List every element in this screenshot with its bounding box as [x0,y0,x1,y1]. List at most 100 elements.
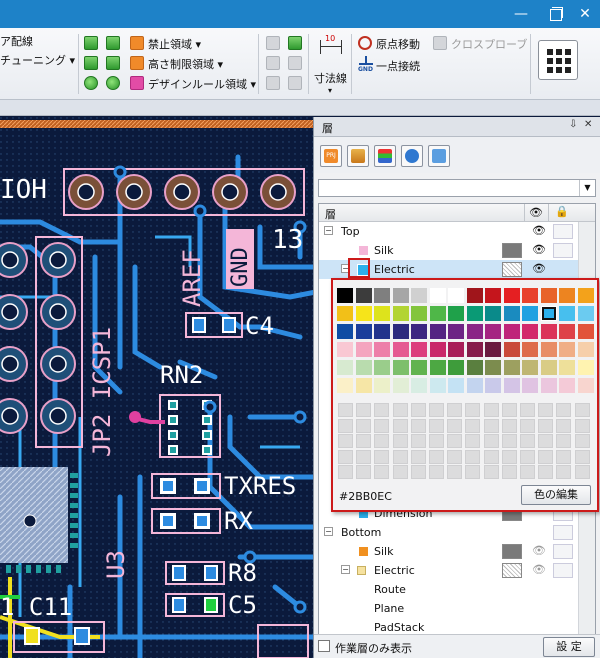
palette-swatch[interactable] [355,342,372,357]
palette-swatch[interactable] [392,288,409,303]
palette-swatch[interactable] [559,360,575,375]
palette-swatch[interactable] [485,288,501,303]
palette-swatch[interactable] [466,360,483,375]
palette-swatch[interactable] [429,324,446,339]
custom-color-slot[interactable] [392,403,408,417]
layer-color-cell[interactable] [502,563,522,578]
palette-swatch[interactable] [559,324,575,339]
layer-filter-select[interactable]: ▼ [318,179,596,197]
close-button[interactable]: ✕ [570,0,600,28]
pcb-canvas[interactable]: IOH 13 AREF GND JP2 ICSP1 C4 RN2 TXRES R… [0,117,316,658]
custom-color-slot[interactable] [410,449,426,464]
custom-color-slot[interactable] [392,434,408,448]
palette-swatch[interactable] [448,360,464,375]
custom-color-slot[interactable] [429,465,444,479]
palette-swatch[interactable] [466,324,483,339]
single-point-connect-button[interactable]: 一点接続 [376,58,420,74]
collapse-toggle[interactable]: − [324,226,333,235]
palette-swatch[interactable] [374,342,390,357]
fill-shape-icon[interactable] [84,36,98,50]
palette-swatch[interactable] [522,324,538,339]
collapse-toggle[interactable]: − [324,527,333,536]
custom-color-slot[interactable] [483,434,499,448]
shape-green-icon[interactable] [288,36,302,50]
lock-toggle[interactable] [553,563,573,578]
custom-color-slot[interactable] [356,403,372,417]
palette-swatch[interactable] [540,288,557,303]
custom-color-slot[interactable] [447,403,463,417]
height-limit-menu[interactable]: 高さ制限領域 ▾ [148,56,223,72]
custom-color-slot[interactable] [374,418,390,433]
layer-stack-button[interactable] [374,145,396,167]
custom-color-slot[interactable] [356,418,372,433]
custom-color-slot[interactable] [447,418,463,433]
layer-row-route[interactable]: Route [319,580,579,599]
custom-color-slot[interactable] [392,418,408,433]
settings-button[interactable]: 設 定 [543,637,595,657]
palette-swatch[interactable] [392,378,409,393]
palette-swatch[interactable] [374,324,390,339]
palette-swatch[interactable] [559,306,575,321]
work-layer-only-checkbox[interactable] [318,640,330,652]
palette-swatch[interactable] [429,306,446,321]
custom-color-slot[interactable] [501,434,517,448]
layer-color-cell[interactable] [502,544,522,559]
custom-color-slot[interactable] [538,403,554,417]
custom-color-slot[interactable] [574,434,590,448]
maximize-button[interactable] [538,0,572,28]
layer-color-cell[interactable] [502,262,522,277]
palette-swatch[interactable] [503,288,520,303]
palette-swatch[interactable] [466,342,483,357]
palette-swatch[interactable] [577,342,594,357]
palette-swatch[interactable] [485,324,501,339]
origin-move-button[interactable]: 原点移動 [376,36,420,52]
eye-icon[interactable]: 👁 [529,243,549,258]
custom-color-slot[interactable] [410,434,426,448]
eye-icon[interactable]: 👁 [529,262,549,277]
lock-toggle[interactable] [553,243,573,258]
palette-swatch[interactable] [355,378,372,393]
custom-color-slot[interactable] [465,434,481,448]
palette-swatch[interactable] [355,360,372,375]
palette-swatch[interactable] [577,360,594,375]
palette-swatch[interactable] [429,288,446,303]
custom-color-slot[interactable] [538,449,554,464]
palette-swatch[interactable] [540,306,557,321]
palette-swatch[interactable] [374,288,390,303]
forbidden-region-menu[interactable]: 禁止領域 ▾ [148,36,201,52]
palette-swatch[interactable] [448,324,464,339]
palette-swatch[interactable] [485,378,501,393]
custom-color-slot[interactable] [392,465,408,479]
custom-color-slot[interactable] [501,449,517,464]
palette-swatch[interactable] [448,378,464,393]
custom-color-slot[interactable] [465,403,481,417]
palette-swatch[interactable] [355,324,372,339]
custom-color-slot[interactable] [356,465,372,479]
palette-swatch[interactable] [355,306,372,321]
palette-swatch[interactable] [503,360,520,375]
custom-color-slot[interactable] [501,403,517,417]
chevron-down-icon[interactable]: ▼ [579,180,595,196]
lock-toggle[interactable] [553,544,573,559]
palette-swatch[interactable] [503,306,520,321]
custom-color-slot[interactable] [356,449,372,464]
palette-swatch[interactable] [577,288,594,303]
palette-swatch[interactable] [355,288,372,303]
layer-list-button[interactable] [347,145,369,167]
fill-shape-round-icon[interactable] [106,36,120,50]
palette-swatch[interactable] [411,306,427,321]
custom-color-slot[interactable] [574,465,590,479]
palette-swatch[interactable] [522,378,538,393]
palette-swatch[interactable] [503,324,520,339]
palette-swatch[interactable] [392,306,409,321]
custom-color-slot[interactable] [556,418,572,433]
custom-color-slot[interactable] [429,403,444,417]
palette-swatch[interactable] [337,306,353,321]
custom-color-slot[interactable] [338,434,353,448]
palette-swatch[interactable] [411,324,427,339]
eye-icon[interactable]: 👁 [529,544,549,559]
circle-shape-icon[interactable] [84,76,98,90]
palette-swatch[interactable] [577,306,594,321]
custom-color-slot[interactable] [392,449,408,464]
palette-swatch[interactable] [429,342,446,357]
